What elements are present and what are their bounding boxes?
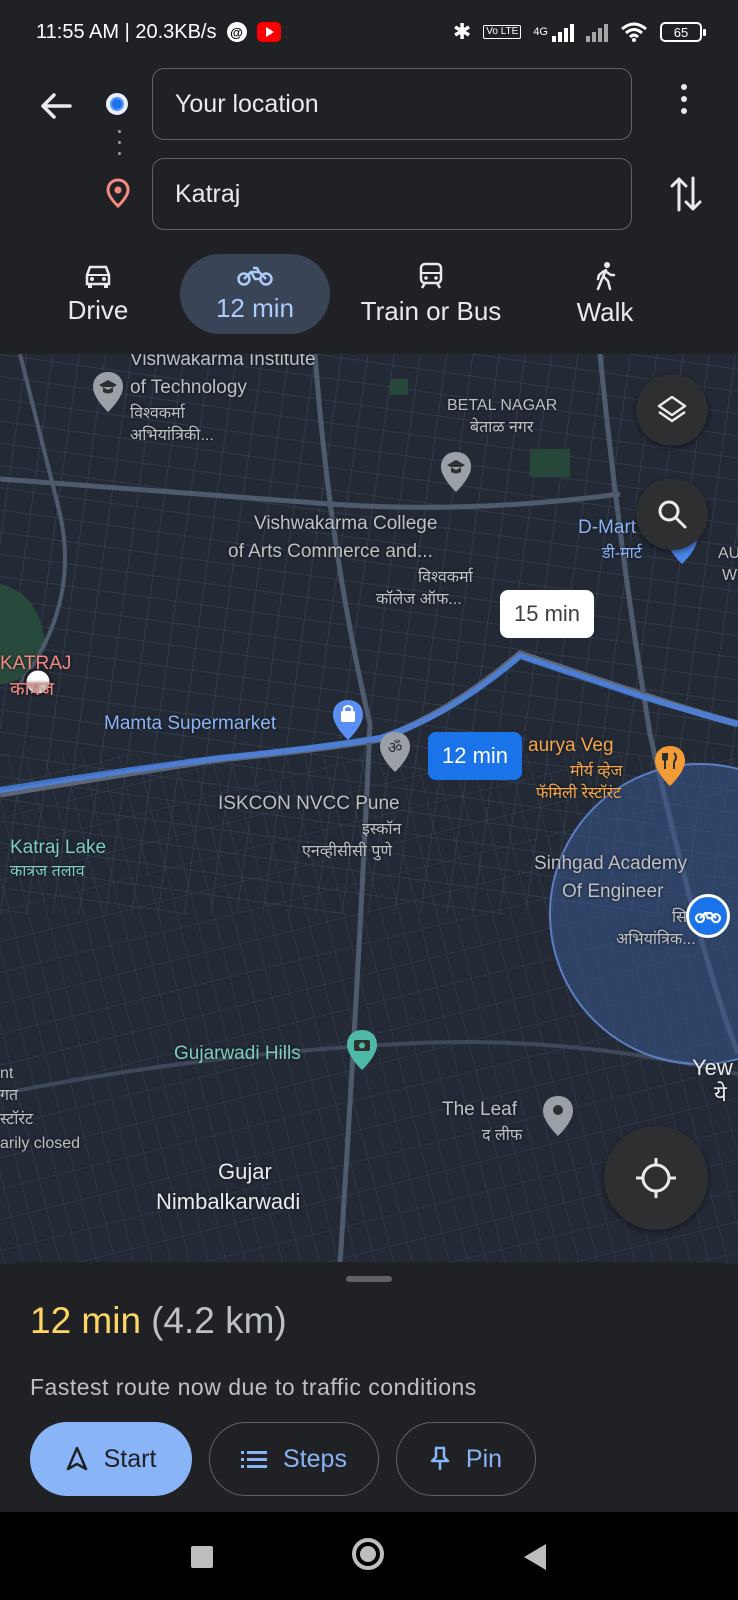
main-route-time: 12 min — [442, 743, 509, 768]
mode-walk[interactable]: Walk — [560, 254, 650, 334]
list-icon — [241, 1451, 268, 1468]
route-dots-icon — [118, 130, 122, 166]
eta-time: 12 min — [30, 1300, 142, 1341]
back-icon[interactable] — [524, 1544, 546, 1570]
signal-2-icon — [586, 22, 608, 42]
more-options-icon[interactable] — [672, 84, 696, 124]
walk-icon — [596, 261, 616, 290]
layers-button[interactable] — [636, 374, 708, 446]
route-eta: 12 min (4.2 km) — [30, 1300, 287, 1342]
destination-pin-icon — [106, 178, 130, 208]
start-label: Start — [103, 1444, 157, 1473]
route-line — [0, 652, 738, 793]
mode-drive-label: Drive — [67, 294, 129, 325]
start-button[interactable]: Start — [30, 1422, 192, 1496]
origin-input[interactable]: Your location — [152, 68, 632, 140]
mode-transit-label: Train or Bus — [360, 295, 502, 326]
temple-pin-icon[interactable]: ॐ — [377, 730, 413, 774]
status-time: 11:55 AM | 20.3KB/s — [36, 20, 217, 43]
train-icon — [419, 262, 443, 289]
layers-icon — [657, 395, 687, 423]
mode-transit[interactable]: Train or Bus — [352, 254, 510, 334]
place-pin-icon[interactable] — [540, 1094, 576, 1138]
mode-motorcycle-label: 12 min — [215, 292, 295, 323]
alt-route-callout[interactable]: 15 min — [500, 590, 595, 638]
restaurant-pin-icon[interactable] — [652, 744, 688, 788]
volte-badge: Vo LTE — [483, 25, 522, 39]
wifi-icon — [621, 22, 647, 42]
crosshair-icon — [636, 1158, 676, 1198]
mode-walk-label: Walk — [576, 296, 634, 327]
pin-label: Pin — [465, 1444, 503, 1473]
recenter-button[interactable] — [604, 1126, 708, 1230]
route-note: Fastest route now due to traffic conditi… — [30, 1374, 477, 1400]
swap-icon[interactable] — [668, 174, 704, 214]
camera-pin-icon[interactable] — [344, 1028, 380, 1072]
college-pin-icon[interactable] — [438, 450, 474, 494]
main-route-callout[interactable]: 12 min — [428, 732, 523, 780]
search-icon — [658, 500, 687, 529]
origin-value: Your location — [175, 89, 319, 118]
threads-icon: @ — [226, 22, 247, 42]
car-icon — [85, 265, 111, 288]
drag-handle[interactable] — [346, 1276, 392, 1282]
directions-panel: Your location Katraj Drive 12 min Train … — [0, 64, 738, 354]
search-button[interactable] — [636, 478, 708, 550]
steps-button[interactable]: Steps — [209, 1422, 379, 1496]
eta-distance: (4.2 km) — [151, 1300, 287, 1341]
map-view[interactable]: Vishwakarma Institute of Technology विश्… — [0, 354, 738, 1264]
pushpin-icon — [430, 1446, 450, 1470]
battery-icon: 65 — [660, 22, 706, 42]
home-icon[interactable] — [352, 1538, 384, 1570]
destination-value: Katraj — [175, 179, 241, 208]
mode-motorcycle[interactable]: 12 min — [180, 254, 330, 334]
back-arrow-icon[interactable] — [36, 86, 76, 126]
bluetooth-icon: ✱ — [452, 19, 472, 44]
signal-icon — [552, 22, 574, 42]
motorcycle-icon — [237, 266, 273, 286]
school-pin-icon[interactable] — [90, 370, 126, 414]
recents-icon[interactable] — [191, 1546, 213, 1568]
mode-drive[interactable]: Drive — [46, 254, 150, 334]
supermarket-pin-icon[interactable] — [330, 698, 366, 742]
navigation-arrow-icon — [66, 1446, 87, 1471]
battery-level: 65 — [673, 24, 689, 40]
svg-text:ॐ: ॐ — [388, 738, 403, 757]
current-location-marker — [686, 894, 730, 938]
pin-button[interactable]: Pin — [396, 1422, 536, 1496]
steps-label: Steps — [283, 1444, 347, 1473]
system-nav-bar — [0, 1512, 738, 1600]
route-summary-sheet: 12 min (4.2 km) Fastest route now due to … — [0, 1262, 738, 1512]
youtube-icon — [256, 22, 281, 42]
origin-dot-icon — [106, 93, 128, 115]
travel-mode-tabs: Drive 12 min Train or Bus Walk — [0, 254, 738, 344]
destination-input[interactable]: Katraj — [152, 158, 632, 230]
motorcycle-marker-icon — [695, 912, 721, 924]
alt-route-time: 15 min — [514, 601, 581, 626]
network-label: 4G — [533, 26, 548, 38]
status-bar: 11:55 AM | 20.3KB/s @ ✱ Vo LTE 4G 65 — [0, 0, 738, 64]
